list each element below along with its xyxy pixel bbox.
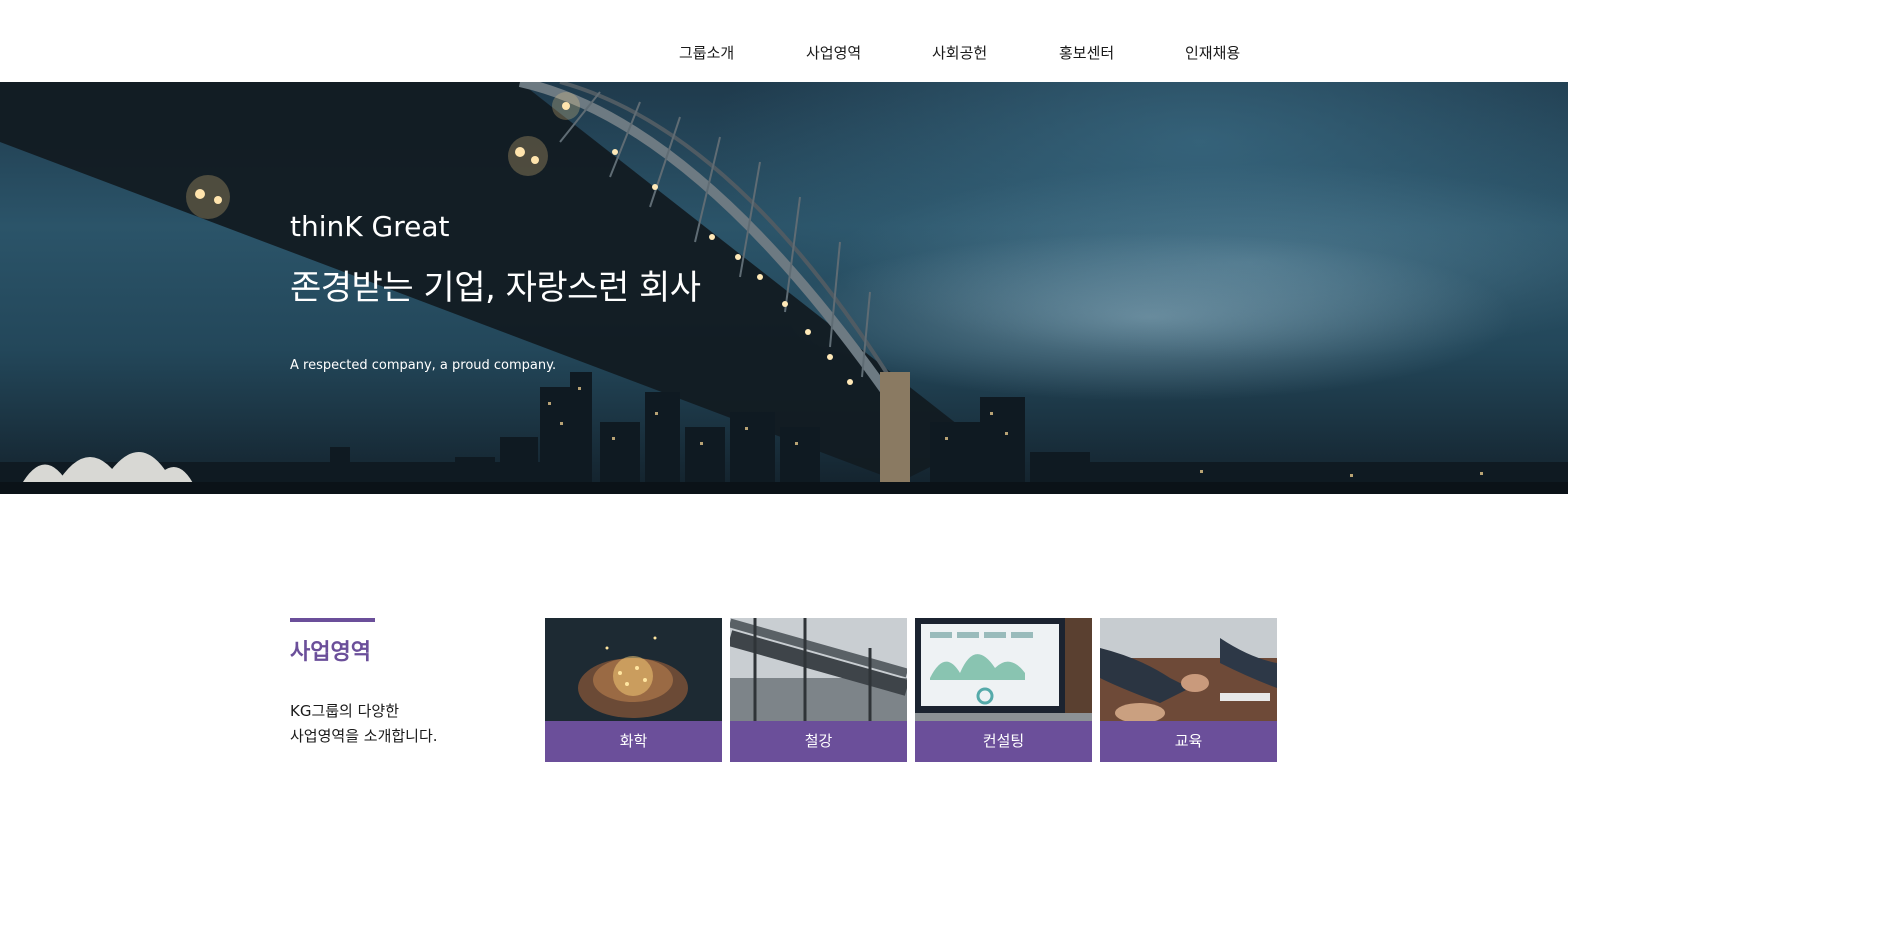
card-image-consulting [915, 618, 1092, 721]
card-image-education [1100, 618, 1277, 721]
nav-item-group-intro[interactable]: 그룹소개 [679, 42, 806, 63]
hero-tagline: A respected company, a proud company. [290, 358, 557, 373]
business-card-chemistry[interactable]: 화학 [545, 618, 722, 762]
nav-item-business[interactable]: 사업영역 [806, 42, 932, 63]
business-card-steel[interactable]: 철강 [730, 618, 907, 762]
hero-banner: thinK Great 존경받는 기업, 자랑스런 회사 A respected… [0, 82, 1568, 494]
card-label-steel: 철강 [730, 721, 907, 762]
section-title: 사업영역 [290, 640, 371, 665]
card-label-chemistry: 화학 [545, 721, 722, 762]
section-description: KG그룹의 다양한 사업영역을 소개합니다. [290, 699, 438, 749]
section-description-line-1: KG그룹의 다양한 [290, 702, 400, 720]
section-accent-bar [290, 618, 375, 622]
business-card-consulting[interactable]: 컨설팅 [915, 618, 1092, 762]
card-label-consulting: 컨설팅 [915, 721, 1092, 762]
hero-subtitle: 존경받는 기업, 자랑스런 회사 [290, 268, 701, 308]
card-image-steel [730, 618, 907, 721]
site-header: 그룹소개 사업영역 사회공헌 홍보센터 인재채용 [0, 0, 1568, 82]
card-label-education: 교육 [1100, 721, 1277, 762]
hero-title: thinK Great [290, 210, 450, 243]
main-nav: 그룹소개 사업영역 사회공헌 홍보센터 인재채용 [679, 42, 1240, 63]
business-cards: 화학 철강 컨설팅 교육 [545, 618, 1277, 762]
nav-item-social-contribution[interactable]: 사회공헌 [932, 42, 1059, 63]
section-description-line-2: 사업영역을 소개합니다. [290, 727, 438, 745]
nav-item-pr-center[interactable]: 홍보센터 [1059, 42, 1185, 63]
business-card-education[interactable]: 교육 [1100, 618, 1277, 762]
hero-background-image [0, 82, 1568, 494]
nav-item-recruit[interactable]: 인재채용 [1185, 42, 1240, 63]
card-image-chemistry [545, 618, 722, 721]
